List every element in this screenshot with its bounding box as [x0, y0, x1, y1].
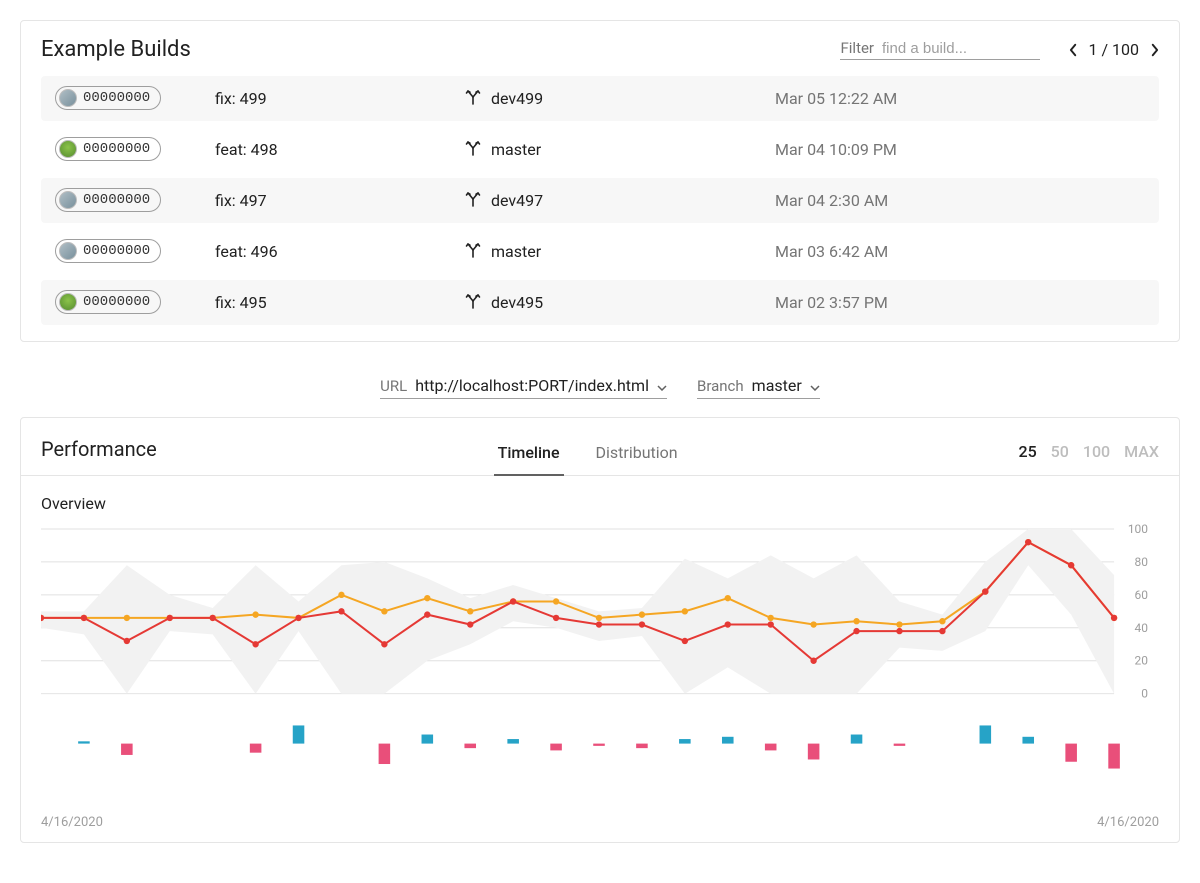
svg-text:80: 80 [1135, 555, 1149, 569]
branch-name: master [491, 242, 541, 261]
commit-message: feat: 496 [215, 242, 465, 261]
range-option-max[interactable]: MAX [1124, 442, 1159, 461]
build-row[interactable]: 00000000 feat: 498 master Mar 04 10:09 PM [41, 127, 1159, 172]
svg-text:0: 0 [1141, 687, 1148, 701]
svg-text:100: 100 [1128, 522, 1148, 536]
performance-header: Performance Timeline Distribution 25 50 100… [21, 418, 1179, 476]
avatar [59, 242, 77, 260]
build-row[interactable]: 00000000 fix: 499 dev499 Mar 05 12:22 AM [41, 76, 1159, 121]
branch-icon [465, 242, 481, 262]
commit-cell: 00000000 [55, 86, 215, 111]
commit-hash: 00000000 [83, 243, 150, 259]
branch-icon [465, 140, 481, 160]
builds-header: Example Builds Filter 1 / 100 [21, 21, 1179, 62]
url-dropdown-value: http://localhost:PORT/index.html [415, 376, 649, 395]
caret-down-icon [657, 377, 667, 395]
chart-title: Overview [41, 494, 1159, 513]
branch-dropdown-value: master [752, 376, 802, 395]
build-row[interactable]: 00000000 feat: 496 master Mar 03 6:42 AM [41, 229, 1159, 274]
branch-name: dev497 [491, 191, 543, 210]
builds-panel: Example Builds Filter 1 / 100 00000000 fi… [20, 20, 1180, 342]
avatar [59, 293, 77, 311]
filter-input[interactable] [882, 40, 1002, 57]
commit-message: fix: 497 [215, 191, 465, 210]
build-time: Mar 04 10:09 PM [775, 140, 897, 159]
branch-name: master [491, 140, 541, 159]
filter-box[interactable]: Filter [840, 39, 1040, 60]
caret-down-icon [810, 377, 820, 395]
build-row[interactable]: 00000000 fix: 495 dev495 Mar 02 3:57 PM [41, 280, 1159, 325]
avatar [59, 89, 77, 107]
branch-cell: master [465, 242, 775, 262]
branch-dropdown-label: Branch [697, 377, 744, 395]
build-time: Mar 02 3:57 PM [775, 293, 888, 312]
commit-chip[interactable]: 00000000 [55, 137, 161, 161]
pager-text: 1 / 100 [1088, 40, 1139, 59]
build-row[interactable]: 00000000 fix: 497 dev497 Mar 04 2:30 AM [41, 178, 1159, 223]
chevron-left-icon[interactable] [1068, 42, 1078, 58]
range-option-100[interactable]: 100 [1083, 442, 1110, 461]
commit-chip[interactable]: 00000000 [55, 239, 161, 263]
range-options: 25 50 100 MAX [1018, 442, 1159, 475]
tab-distribution[interactable]: Distribution [592, 433, 682, 476]
filters-row: URL http://localhost:PORT/index.html Bra… [20, 362, 1180, 417]
commit-chip[interactable]: 00000000 [55, 188, 161, 212]
commit-cell: 00000000 [55, 239, 215, 264]
pager: 1 / 100 [1068, 40, 1159, 59]
svg-text:40: 40 [1135, 621, 1149, 635]
build-time: Mar 04 2:30 AM [775, 191, 888, 210]
url-dropdown-label: URL [380, 377, 407, 395]
commit-cell: 00000000 [55, 188, 215, 213]
range-option-50[interactable]: 50 [1051, 442, 1069, 461]
commit-cell: 00000000 [55, 137, 215, 162]
commit-chip[interactable]: 00000000 [55, 290, 161, 314]
build-list: 00000000fix: 499dev499Mar 05 12:22 AM000… [21, 62, 1179, 341]
build-time: Mar 03 6:42 AM [775, 242, 888, 261]
range-option-25[interactable]: 25 [1018, 442, 1036, 461]
branch-name: dev495 [491, 293, 543, 312]
tab-timeline[interactable]: Timeline [494, 433, 564, 476]
builds-title: Example Builds [41, 37, 191, 62]
commit-cell: 00000000 [55, 290, 215, 315]
performance-panel: Performance Timeline Distribution 25 50 100… [20, 417, 1180, 843]
commit-message: fix: 495 [215, 293, 465, 312]
performance-tabs: Timeline Distribution [494, 432, 682, 475]
commit-hash: 00000000 [83, 294, 150, 310]
performance-title: Performance [41, 437, 157, 475]
commit-hash: 00000000 [83, 90, 150, 106]
branch-cell: master [465, 140, 775, 160]
date-start: 4/16/2020 [41, 815, 103, 830]
url-dropdown[interactable]: URL http://localhost:PORT/index.html [380, 376, 667, 399]
commit-message: fix: 499 [215, 89, 465, 108]
build-time: Mar 05 12:22 AM [775, 89, 897, 108]
svg-text:60: 60 [1135, 588, 1149, 602]
performance-body: Overview 0 20 40 60 80 100 4/16/2020 4/16/202… [21, 476, 1179, 842]
avatar [59, 191, 77, 209]
commit-chip[interactable]: 00000000 [55, 86, 161, 110]
avatar [59, 140, 77, 158]
svg-text:20: 20 [1135, 654, 1149, 668]
branch-name: dev499 [491, 89, 543, 108]
overview-chart: 0 20 40 60 80 100 [41, 519, 1159, 799]
commit-hash: 00000000 [83, 192, 150, 208]
branch-cell: dev495 [465, 293, 775, 313]
branch-icon [465, 191, 481, 211]
commit-message: feat: 498 [215, 140, 465, 159]
chart-date-range: 4/16/2020 4/16/2020 [41, 799, 1159, 830]
branch-cell: dev497 [465, 191, 775, 211]
branch-dropdown[interactable]: Branch master [697, 376, 820, 399]
chevron-right-icon[interactable] [1149, 42, 1159, 58]
date-end: 4/16/2020 [1097, 815, 1159, 830]
filter-label: Filter [840, 39, 874, 57]
branch-cell: dev499 [465, 89, 775, 109]
branch-icon [465, 89, 481, 109]
branch-icon [465, 293, 481, 313]
commit-hash: 00000000 [83, 141, 150, 157]
